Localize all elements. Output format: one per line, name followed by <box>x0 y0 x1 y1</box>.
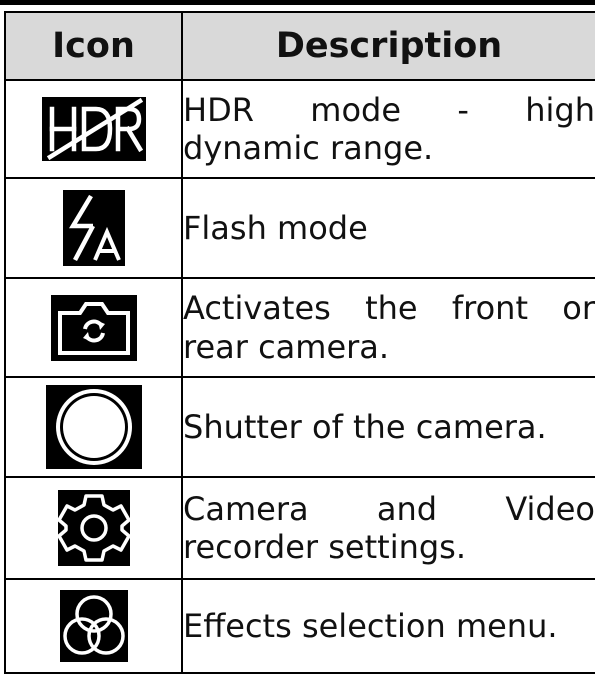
table-header-row: Icon Description <box>4 11 595 81</box>
settings-gear-icon <box>57 490 130 566</box>
shutter-icon <box>45 385 142 469</box>
description-cell: Activates the front or rear camera. <box>181 277 595 378</box>
description-cell: HDR mode - high dynamic range. <box>181 79 595 179</box>
top-rule <box>0 0 595 5</box>
table-row: Effects selection menu. <box>4 578 595 674</box>
table-row: Shutter of the camera. <box>4 376 595 478</box>
table-row: Flash mode <box>4 177 595 279</box>
description-cell: Flash mode <box>181 177 595 279</box>
description-cell: Effects selection menu. <box>181 578 595 674</box>
icon-description-table: Icon Description HDR mode - high dynamic… <box>4 11 595 674</box>
header-description: Description <box>181 11 595 81</box>
hdr-off-icon <box>41 97 146 161</box>
flash-auto-icon <box>62 190 125 266</box>
table-row: HDR mode - high dynamic range. <box>4 79 595 179</box>
table-row: Camera and Video recorder settings. <box>4 476 595 580</box>
switch-camera-icon <box>50 294 137 361</box>
table-row: Activates the front or rear camera. <box>4 277 595 378</box>
description-cell: Shutter of the camera. <box>181 376 595 478</box>
description-cell: Camera and Video recorder settings. <box>181 476 595 580</box>
effects-icon <box>59 590 128 662</box>
header-icon: Icon <box>4 11 183 81</box>
